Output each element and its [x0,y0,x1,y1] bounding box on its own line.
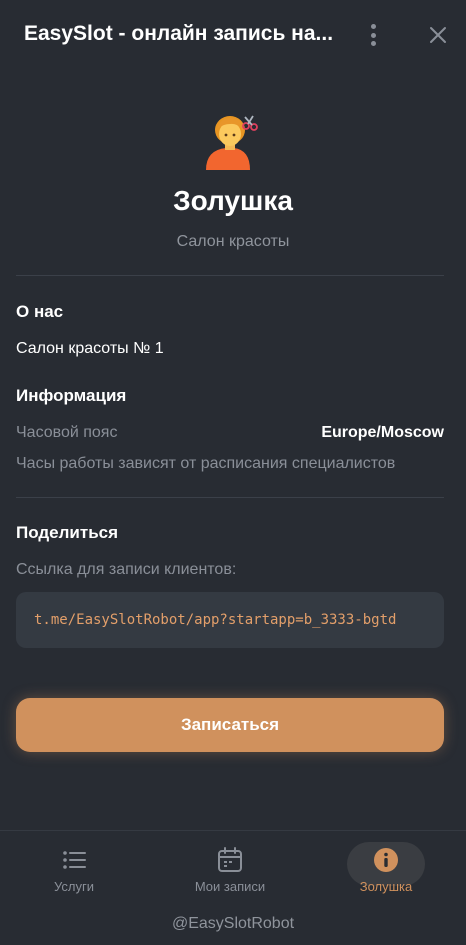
close-icon[interactable] [425,22,451,48]
booking-link[interactable]: t.me/EasySlotRobot/app?startapp=b_3333-b… [16,592,444,648]
info-icon [374,848,398,872]
nav-item-services[interactable]: Услуги [14,841,134,905]
app-header: EasySlot - онлайн запись на... [0,0,466,70]
list-icon [63,851,86,869]
share-link-label: Ссылка для записи клиентов: [16,561,237,578]
nav-label: Мои записи [194,879,266,894]
divider [16,275,444,276]
hairdresser-emoji-icon [206,115,258,170]
salon-type: Салон красоты [176,233,290,250]
app-title: EasySlot - онлайн запись на... [24,22,334,45]
more-options-icon[interactable] [363,22,383,48]
nav-item-my-bookings[interactable]: Мои записи [170,841,290,905]
timezone-value: Europe/Moscow [321,424,444,441]
share-title: Поделиться [16,523,119,542]
about-text: Салон красоты № 1 [16,340,164,357]
nav-label: Услуги [54,879,94,894]
about-title: О нас [16,302,64,321]
timezone-label: Часовой пояс [16,424,118,441]
divider [16,497,444,498]
calendar-icon [218,847,242,872]
hours-note: Часы работы зависят от расписания специа… [16,455,396,472]
salon-name: Золушка [173,185,293,216]
nav-label: Золушка [359,879,413,894]
nav-item-salon[interactable]: Золушка [326,841,446,905]
info-title: Информация [16,386,127,405]
bot-handle: @EasySlotRobot [171,915,295,932]
book-button[interactable]: Записаться [16,698,444,752]
